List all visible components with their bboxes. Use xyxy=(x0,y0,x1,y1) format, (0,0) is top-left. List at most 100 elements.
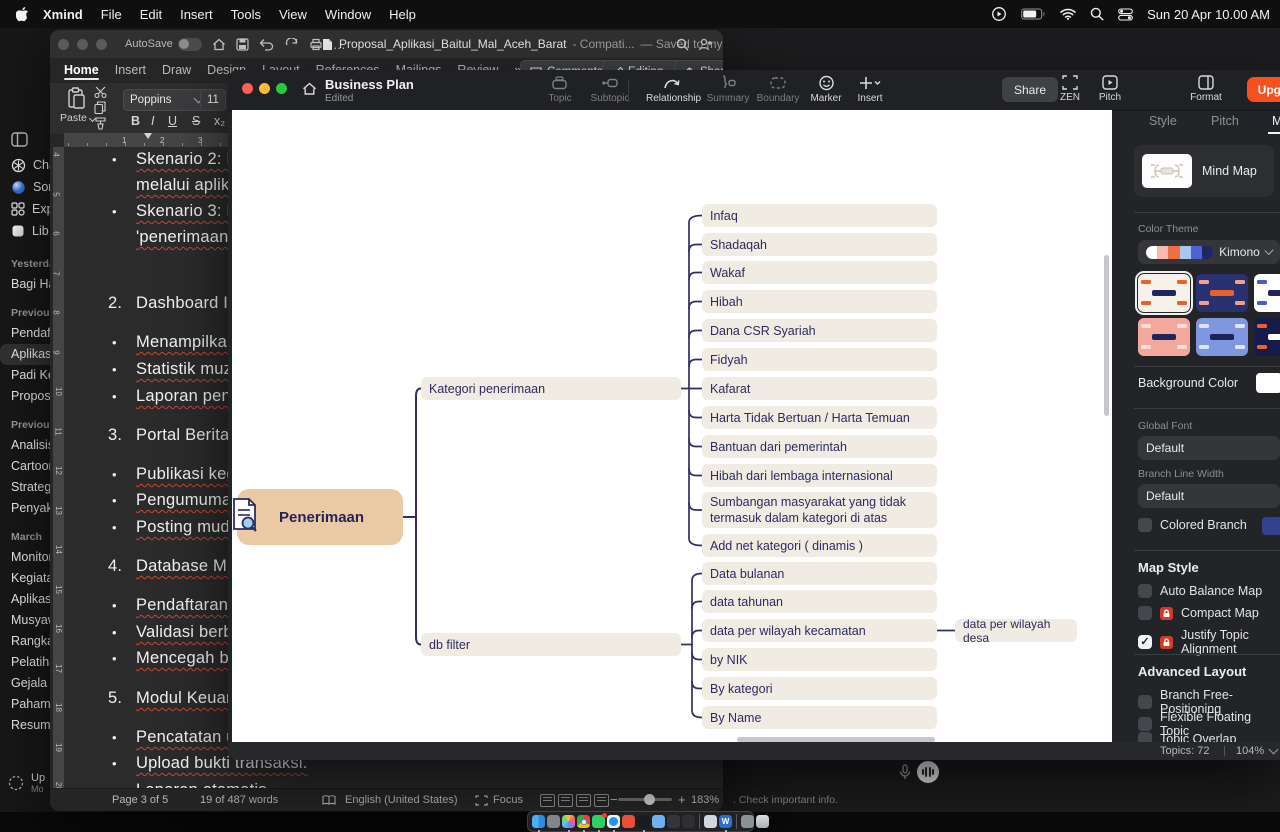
tab-draw[interactable]: Draw xyxy=(154,63,199,77)
upgrade-plan-item[interactable]: Up Mo xyxy=(8,772,45,794)
menu-bar-clock[interactable]: Sun 20 Apr 10.00 AM xyxy=(1147,7,1270,22)
undo-icon[interactable] xyxy=(259,38,275,51)
theme-thumbnail[interactable] xyxy=(1196,274,1248,312)
subtopic[interactable]: data tahunan xyxy=(702,590,937,613)
colored-branch-row[interactable]: Colored Branch xyxy=(1138,518,1247,532)
dock-folder-icon[interactable] xyxy=(652,815,665,828)
subtopic[interactable]: data per wilayah desa xyxy=(955,619,1077,642)
read-mode-icon[interactable] xyxy=(540,794,555,807)
format-bold-button[interactable]: B xyxy=(131,114,140,128)
subtopic[interactable]: Sumbangan masyarakat yang tidak termasuk… xyxy=(702,492,937,528)
subtopic[interactable]: Shadaqah xyxy=(702,233,937,256)
mindmap-canvas[interactable]: Penerimaan Kategori penerimaandb filterI… xyxy=(232,110,1112,745)
dock-whatsapp-icon[interactable] xyxy=(592,815,605,828)
paste-button[interactable]: Paste xyxy=(60,87,95,124)
zoom-button[interactable] xyxy=(276,83,287,94)
theme-thumbnail[interactable] xyxy=(1254,318,1280,356)
minimize-button[interactable] xyxy=(77,39,88,50)
dock-keynote-icon[interactable] xyxy=(622,815,635,828)
font-size-select[interactable]: 11 xyxy=(200,89,226,111)
print-layout-icon[interactable] xyxy=(558,794,573,807)
canvas-zoom-level[interactable]: 104% xyxy=(1236,745,1264,757)
color-theme-select[interactable]: Kimono xyxy=(1138,240,1280,264)
option-justify-topic-alignment[interactable]: ✓Justify Topic Alignment xyxy=(1138,628,1280,656)
menu-file[interactable]: File xyxy=(101,7,122,22)
checkbox[interactable] xyxy=(1138,717,1152,731)
autosave-control[interactable]: AutoSave xyxy=(125,38,202,51)
subtopic[interactable]: Dana CSR Syariah xyxy=(702,319,937,342)
zoom-in-button[interactable]: + xyxy=(678,792,686,807)
theme-thumbnail[interactable] xyxy=(1138,318,1190,356)
subtopic[interactable]: By kategori xyxy=(702,677,937,700)
insert-tool-button[interactable]: Insert xyxy=(844,75,896,104)
active-app-name[interactable]: Xmind xyxy=(43,7,83,22)
menu-edit[interactable]: Edit xyxy=(140,7,162,22)
format-subscript-button[interactable]: x₂ xyxy=(214,114,225,128)
save-icon[interactable] xyxy=(236,38,249,51)
dock-terminal-icon[interactable] xyxy=(682,815,695,828)
dock-xmind-icon[interactable] xyxy=(637,815,650,828)
zoom-out-button[interactable]: − xyxy=(610,792,618,807)
dock-notes-icon[interactable] xyxy=(667,815,680,828)
dock-safari-icon[interactable] xyxy=(607,815,620,828)
menu-help[interactable]: Help xyxy=(389,7,416,22)
dock-chrome-icon[interactable] xyxy=(577,815,590,828)
minimize-button[interactable] xyxy=(259,83,270,94)
relationship-tool-button[interactable]: Relationship xyxy=(646,75,698,104)
control-center-icon[interactable] xyxy=(1118,8,1133,21)
zoom-percentage[interactable]: 183% xyxy=(691,794,719,806)
voice-mode-button[interactable] xyxy=(917,761,939,783)
option-compact-map[interactable]: Compact Map xyxy=(1138,606,1259,620)
battery-icon[interactable] xyxy=(1021,8,1046,20)
dock-preview-icon[interactable] xyxy=(704,815,717,828)
zoom-slider-thumb[interactable] xyxy=(644,794,655,805)
redo-icon[interactable] xyxy=(285,38,299,51)
dock-system-settings-icon[interactable] xyxy=(547,815,560,828)
close-button[interactable] xyxy=(242,83,253,94)
dock-finder-icon[interactable] xyxy=(532,815,545,828)
checkbox[interactable] xyxy=(1138,695,1152,709)
topic-db-filter[interactable]: db filter xyxy=(421,633,681,656)
font-select[interactable]: Poppins xyxy=(123,89,209,111)
global-font-select[interactable]: Default xyxy=(1138,436,1280,460)
theme-thumbnail[interactable] xyxy=(1138,274,1190,312)
upgrade-button[interactable]: Upgrade xyxy=(1247,77,1280,102)
format-panel-button[interactable]: Format xyxy=(1180,75,1232,103)
screen-record-icon[interactable] xyxy=(991,6,1007,22)
subtopic[interactable]: Hibah dari lembaga internasional xyxy=(702,464,937,487)
subtopic[interactable]: Hibah xyxy=(702,290,937,313)
autosave-toggle[interactable] xyxy=(178,38,202,51)
copy-icon[interactable] xyxy=(94,101,106,114)
cut-icon[interactable] xyxy=(94,86,107,98)
wifi-icon[interactable] xyxy=(1060,8,1076,20)
word-count[interactable]: 19 of 487 words xyxy=(200,794,278,806)
proofing-icon[interactable] xyxy=(322,795,336,806)
outline-view-icon[interactable] xyxy=(594,794,609,807)
zoom-slider[interactable] xyxy=(618,798,672,801)
language-indicator[interactable]: English (United States) xyxy=(345,794,458,806)
menu-insert[interactable]: Insert xyxy=(180,7,213,22)
web-layout-icon[interactable] xyxy=(576,794,591,807)
subtopic[interactable]: data per wilayah kecamatan xyxy=(702,619,937,642)
microphone-icon[interactable] xyxy=(897,763,913,781)
panel-tab-pitch[interactable]: Pitch xyxy=(1211,114,1239,128)
panel-tab-style[interactable]: Style xyxy=(1149,114,1177,128)
topic-kategori-penerimaan[interactable]: Kategori penerimaan xyxy=(421,377,681,400)
central-topic[interactable]: Penerimaan xyxy=(237,489,403,545)
subtopic[interactable]: Harta Tidak Bertuan / Harta Temuan xyxy=(702,406,937,429)
format-painter-icon[interactable] xyxy=(94,117,107,130)
checkbox[interactable] xyxy=(1138,606,1152,620)
dock-trash-icon[interactable] xyxy=(756,815,769,828)
colored-branch-checkbox[interactable] xyxy=(1138,518,1152,532)
dock-photos-icon[interactable] xyxy=(562,815,575,828)
tab-insert[interactable]: Insert xyxy=(107,63,154,77)
page-indicator[interactable]: Page 3 of 5 xyxy=(112,794,168,806)
subtopic[interactable]: Wakaf xyxy=(702,261,937,284)
subtopic[interactable]: Fidyah xyxy=(702,348,937,371)
subtopic[interactable]: by NIK xyxy=(702,648,937,671)
print-icon[interactable] xyxy=(309,38,323,51)
close-button[interactable] xyxy=(58,39,69,50)
dock-downloads-icon[interactable] xyxy=(741,815,754,828)
zoom-button[interactable] xyxy=(96,39,107,50)
format-underline-button[interactable]: U xyxy=(168,114,177,128)
